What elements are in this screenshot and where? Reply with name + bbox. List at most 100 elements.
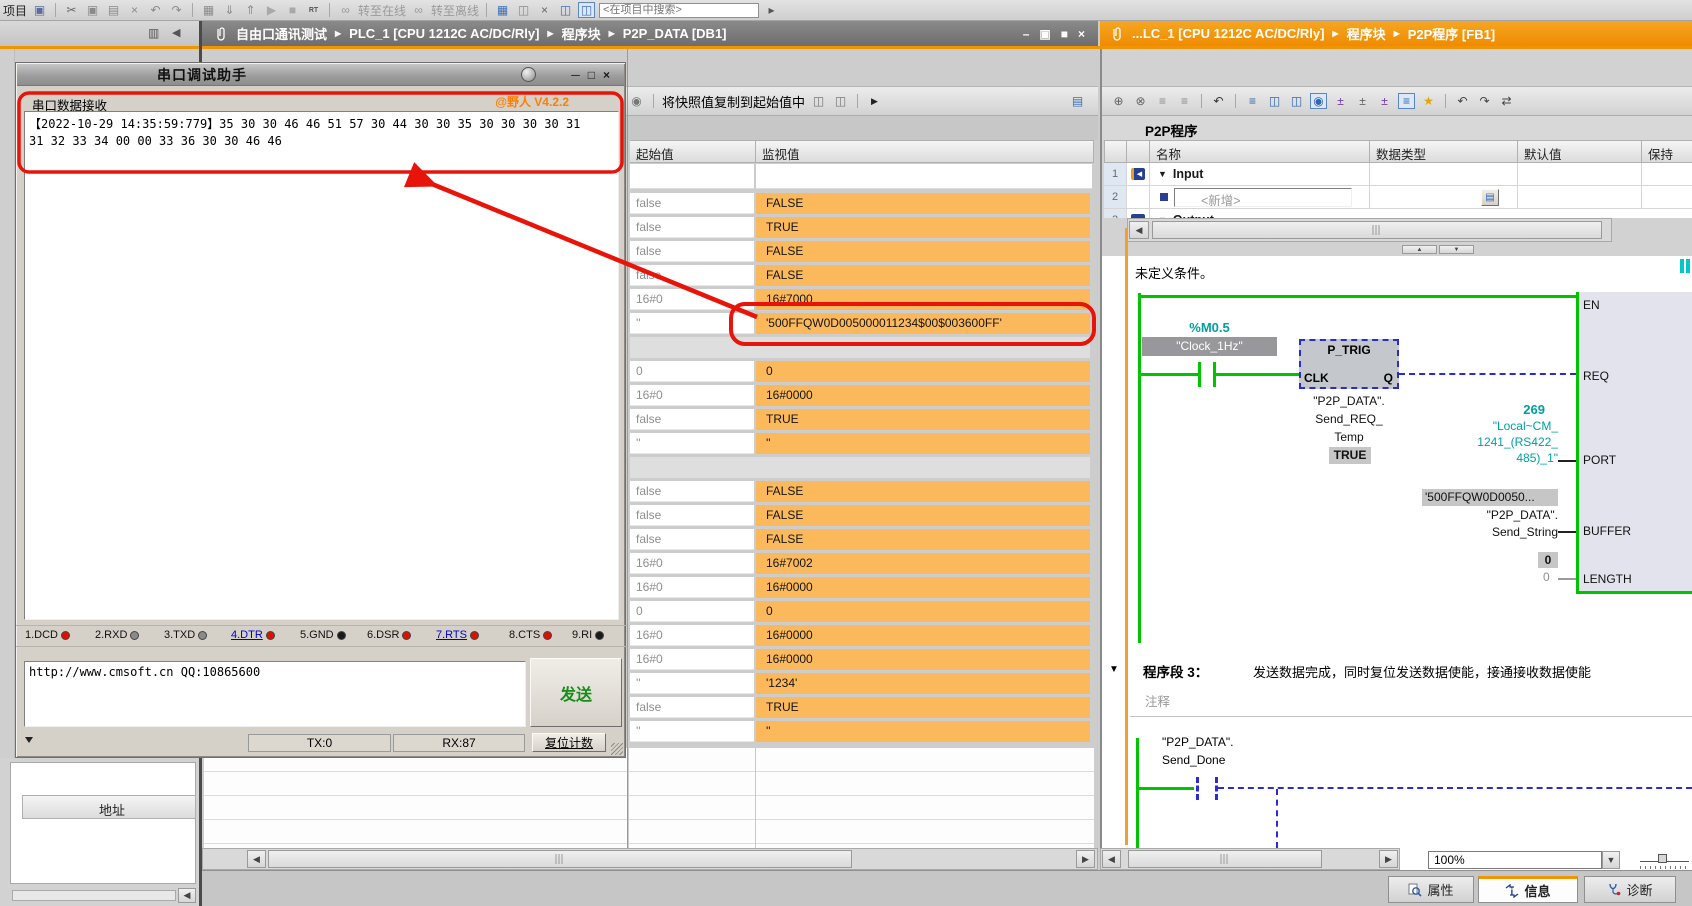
monitor-value-cell[interactable]: 16#0000 [756,577,1090,598]
new-variable-field[interactable]: <新增> [1174,188,1352,207]
monitor-value-cell[interactable]: 16#7002 [756,553,1090,574]
monitor-value-cell[interactable]: '' [756,433,1090,454]
zoom-level-select[interactable]: 100% [1428,851,1602,869]
copy-icon[interactable]: ▣ [84,2,101,18]
reset-counter-button[interactable]: 复位计数 [532,733,606,752]
split-editor-active-icon[interactable]: ◫ [578,2,595,18]
start-value-cell[interactable]: false [630,217,754,238]
go-offline-icon[interactable]: ∞ [410,2,427,18]
start-value-cell[interactable]: false [630,193,754,214]
watch-table-row[interactable]: falseFALSE [630,529,1092,550]
done-contact-operand[interactable]: "P2P_DATA". Send_Done [1162,735,1233,767]
breadcrumb-segment[interactable]: ...LC_1 [CPU 1212C AC/DC/Rly] [1132,26,1324,41]
tab-properties[interactable]: 属性 [1388,876,1474,903]
start-value-cell[interactable]: 16#0 [630,649,754,670]
start-value-cell[interactable]: 0 [630,601,754,622]
port-operand[interactable]: "Local~CM_ 1241_(RS422_ 485)_1" [1420,419,1558,465]
save-project-icon[interactable]: ▣ [31,2,48,18]
update-block-call-icon[interactable]: ⇄ [1498,93,1515,109]
fb-editor-titlebar[interactable]: ...LC_1 [CPU 1212C AC/DC/Rly]▶程序块▶P2P程序 … [1100,21,1692,46]
watch-table-row[interactable]: 16#016#7002 [630,553,1092,574]
watch-table-row[interactable]: '''1234' [630,673,1092,694]
monitor-value-cell[interactable]: TRUE [756,409,1090,430]
project-search-input[interactable] [599,3,759,18]
contact-operand-box[interactable]: "Clock_1Hz" [1142,337,1277,356]
details-view-icon[interactable]: ▤ [1069,93,1086,109]
upload-from-device-icon[interactable]: ⇑ [242,2,259,18]
start-value-cell[interactable]: false [630,481,754,502]
send-ptp-block[interactable] [1576,292,1692,594]
column-header-monitor-value[interactable]: 监视值 [756,140,1094,163]
delete-icon[interactable]: × [126,2,143,18]
start-value-cell[interactable]: false [630,505,754,526]
operand-display-icon[interactable]: ≡ [1398,93,1415,109]
monitor-value-cell[interactable]: FALSE [756,265,1090,286]
network3-description[interactable]: 发送数据完成，同时复位发送数据使能，接通接收数据使能 [1253,662,1591,681]
serial-window-titlebar[interactable]: 串口调试助手 ─ □ × [17,64,624,86]
hidden-parameters-icon[interactable]: ± [1354,93,1371,109]
breadcrumb[interactable]: 自由口通讯测试▶PLC_1 [CPU 1212C AC/DC/Rly]▶程序块▶… [236,24,727,43]
splitter-collapse-down-icon[interactable]: ▼ [1439,245,1474,254]
breadcrumb-segment[interactable]: P2P程序 [FB1] [1408,24,1495,43]
watch-table-row[interactable]: falseFALSE [630,505,1092,526]
stop-cpu-icon[interactable]: ■ [284,2,301,18]
breadcrumb-segment[interactable]: 程序块 [1347,24,1386,43]
monitor-value-cell[interactable]: TRUE [756,217,1090,238]
start-value-cell[interactable]: false [630,529,754,550]
expander-icon[interactable]: ▼ [1158,169,1167,179]
go-online-icon[interactable]: ∞ [337,2,354,18]
remove-split-icon[interactable]: × [536,2,553,18]
interface-scrollbar[interactable]: ◀ [1127,218,1612,242]
go-offline-label[interactable]: 转至离线 [431,2,479,19]
network-compress-icon[interactable]: ◫ [1288,93,1305,109]
start-value-cell[interactable]: '' [630,433,754,454]
project-menu-fragment[interactable]: 项目 [3,2,27,19]
start-value-cell[interactable]: 0 [630,361,754,382]
monitor-value-cell[interactable]: 16#7000 [756,289,1090,310]
tab-info[interactable]: i 信息 [1478,876,1578,903]
receive-alarms-icon[interactable]: ◫ [515,2,532,18]
reset-start-values-icon[interactable]: ↶ [1210,93,1227,109]
start-value-cell[interactable]: 16#0 [630,625,754,646]
watch-table-row[interactable]: '''500FFQW0D005000011234$00$003600FF' [630,313,1092,334]
collapse-left-icon[interactable]: ◀ [172,26,180,39]
start-cpu-icon[interactable]: ▶ [263,2,280,18]
scroll-right-icon[interactable]: ▶ [1379,850,1398,868]
close-window-icon[interactable]: × [603,68,610,82]
goto-previous-error-icon[interactable]: ↶ [1454,93,1471,109]
download-to-device-icon[interactable]: ⇓ [221,2,238,18]
insert-network-icon[interactable]: ⊕ [1110,93,1127,109]
breadcrumb-segment[interactable]: 程序块 [562,24,601,43]
breadcrumb-segment[interactable]: 自由口通讯测试 [236,24,327,43]
monitor-value-cell[interactable]: 16#0000 [756,625,1090,646]
minimize-window-icon[interactable]: – [1023,27,1030,41]
start-value-cell[interactable]: false [630,241,754,262]
monitor-value-cell[interactable]: TRUE [756,697,1090,718]
send-button[interactable]: 发送 [530,658,622,727]
expand-toolbar-icon[interactable]: ▶ [866,93,883,109]
address-scrollbar-track[interactable] [12,890,176,901]
favorites-icon[interactable]: ★ [1420,93,1437,109]
address-column-header[interactable]: 地址 [22,795,196,819]
restore-window-icon[interactable]: ▣ [1039,27,1050,41]
monitor-value-cell[interactable]: FALSE [756,193,1090,214]
scroll-left-icon[interactable]: ◀ [178,888,196,903]
monitor-value-cell[interactable]: 0 [756,361,1090,382]
monitor-value-cell[interactable]: FALSE [756,529,1090,550]
copy-snapshot-to-start-icon[interactable]: ◫ [810,93,827,109]
watch-table-row[interactable]: 16#016#0000 [630,625,1092,646]
zoom-slider-thumb[interactable] [1658,854,1667,863]
interface-row-new[interactable]: <新增> [1150,186,1370,209]
breadcrumb[interactable]: ...LC_1 [CPU 1212C AC/DC/Rly]▶程序块▶P2P程序 … [1132,24,1495,43]
watch-table-row[interactable]: 16#016#0000 [630,577,1092,598]
close-window-icon[interactable]: × [1078,27,1085,41]
datatype-picker-icon[interactable]: ▤ [1481,189,1499,206]
scrollbar-thumb[interactable] [1128,850,1322,868]
insert-row-icon[interactable]: ≡ [1154,93,1171,109]
watch-table-row[interactable]: falseFALSE [630,481,1092,502]
watch-table-row[interactable]: falseFALSE [630,241,1092,262]
monitor-value-cell[interactable]: '500FFQW0D005000011234$00$003600FF' [756,313,1090,334]
goto-next-error-icon[interactable]: ↷ [1476,93,1493,109]
comments-toggle-icon[interactable]: ◉ [1310,93,1327,109]
trigger-operand[interactable]: "P2P_DATA". Send_REQ_ Temp [1292,394,1406,444]
